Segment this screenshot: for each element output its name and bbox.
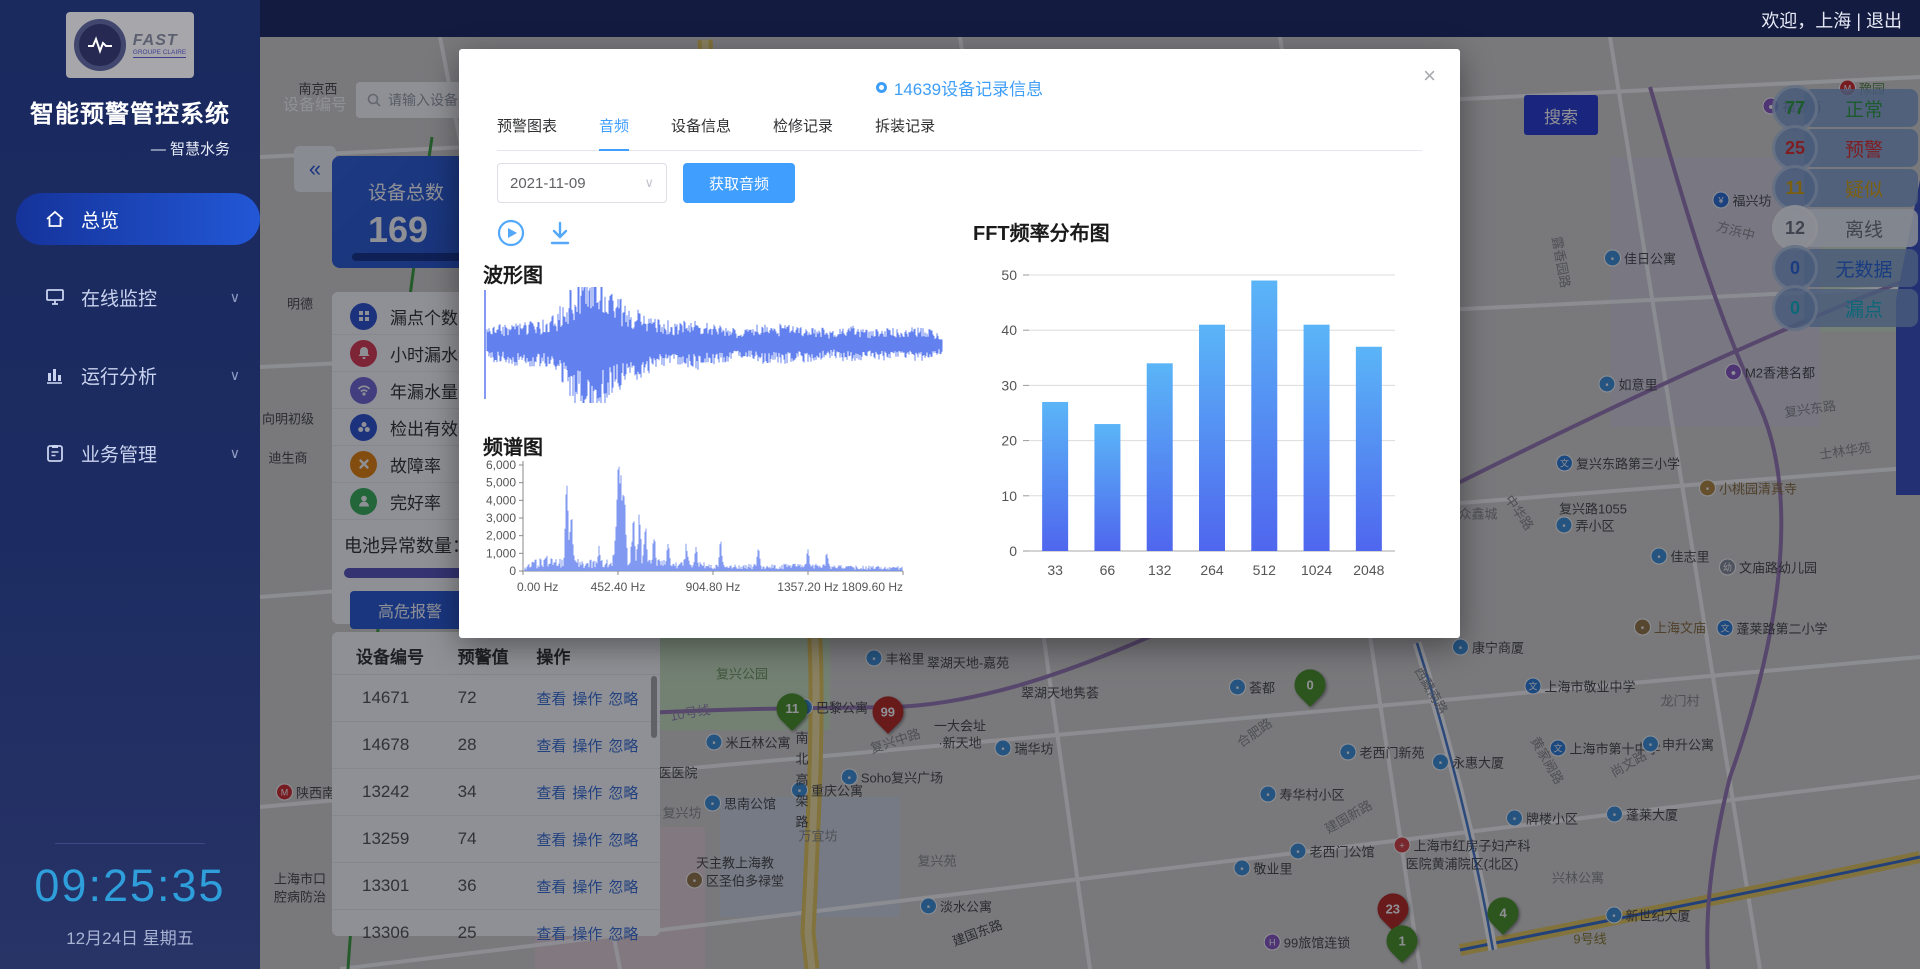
- svg-text:1357.20 Hz: 1357.20 Hz: [777, 580, 838, 594]
- brand-logo: FAST GROUPE CLAIRE: [66, 12, 194, 78]
- chevron-down-icon: ∨: [230, 445, 240, 462]
- device-record-modal: × 14639设备记录信息 预警图表音频设备信息检修记录拆装记录 2021-11…: [459, 49, 1460, 638]
- clock-widget: 09:25:35 12月24日 星期五: [0, 843, 260, 949]
- tab-2[interactable]: 设备信息: [671, 115, 731, 149]
- clock-time: 09:25:35: [0, 860, 260, 912]
- welcome-logout-links[interactable]: 欢迎，上海 | 退出: [1761, 7, 1902, 33]
- waveform-section-title: 波形图: [483, 259, 543, 288]
- date-select[interactable]: 2021-11-09 ∨: [497, 163, 667, 203]
- svg-text:512: 512: [1253, 562, 1277, 578]
- play-audio-icon[interactable]: [497, 219, 525, 247]
- logo-waveform-icon: [74, 19, 126, 71]
- sidebar-item-0[interactable]: 总览: [16, 193, 260, 245]
- tab-4[interactable]: 拆装记录: [875, 115, 935, 149]
- svg-text:50: 50: [1001, 267, 1017, 283]
- svg-text:904.80 Hz: 904.80 Hz: [686, 580, 741, 594]
- sidebar-item-1[interactable]: 在线监控 ∨: [0, 271, 260, 323]
- sidebar: FAST GROUPE CLAIRE 智能预警管控系统 — 智慧水务 总览在线监…: [0, 0, 260, 969]
- fetch-audio-button[interactable]: 获取音频: [683, 163, 795, 203]
- system-subtitle: — 智慧水务: [0, 138, 260, 159]
- svg-text:10: 10: [1001, 488, 1017, 504]
- svg-text:66: 66: [1100, 562, 1116, 578]
- chevron-down-icon: ∨: [644, 175, 654, 191]
- svg-text:3,000: 3,000: [486, 511, 516, 525]
- system-title: 智能预警管控系统: [0, 94, 260, 129]
- chevron-down-icon: ∨: [230, 289, 240, 306]
- logo-brand-text: FAST: [133, 32, 186, 50]
- tab-1[interactable]: 音频: [599, 115, 629, 151]
- svg-text:132: 132: [1148, 562, 1172, 578]
- download-audio-icon[interactable]: [547, 219, 573, 247]
- sidebar-item-label: 在线监控: [81, 284, 157, 311]
- modal-tabs: 预警图表 音频 设备信息 检修记录 拆装记录: [497, 115, 1422, 151]
- svg-text:4,000: 4,000: [486, 493, 516, 507]
- clock-divider: [55, 843, 205, 844]
- waveform-chart: [483, 287, 943, 403]
- svg-text:1,000: 1,000: [486, 546, 516, 560]
- modal-title: 14639设备记录信息: [459, 75, 1460, 100]
- sidebar-item-label: 总览: [81, 206, 119, 233]
- tab-3[interactable]: 检修记录: [773, 115, 833, 149]
- sidebar-item-3[interactable]: 业务管理 ∨: [0, 427, 260, 479]
- svg-text:2048: 2048: [1353, 562, 1384, 578]
- chevron-down-icon: ∨: [230, 367, 240, 384]
- svg-text:2,000: 2,000: [486, 529, 516, 543]
- clipboard-icon: [44, 442, 66, 464]
- home-icon: [44, 208, 66, 230]
- svg-text:1809.60 Hz: 1809.60 Hz: [842, 580, 903, 594]
- svg-text:6,000: 6,000: [486, 458, 516, 472]
- spectrum-chart: 6,000 5,000 4,000 3,000 2,000 1,000 00.00 Hz 45…: [483, 453, 928, 599]
- fft-bar-chart: 0 10 20 30 40 50 33 66 132 264 512 1024 2048: [919, 241, 1419, 586]
- sidebar-item-2[interactable]: 运行分析 ∨: [0, 349, 260, 401]
- svg-text:452.40 Hz: 452.40 Hz: [591, 580, 646, 594]
- audio-controls: [497, 219, 573, 247]
- logo-sub-text: GROUPE CLAIRE: [133, 49, 186, 58]
- sidebar-item-label: 业务管理: [81, 440, 157, 467]
- svg-text:20: 20: [1001, 433, 1017, 449]
- sidebar-menu: 总览在线监控 ∨ 运行分析 ∨ 业务管理 ∨: [0, 193, 260, 479]
- monitor-icon: [44, 286, 66, 308]
- svg-text:0: 0: [1009, 543, 1017, 559]
- app-root: FAST GROUPE CLAIRE 智能预警管控系统 — 智慧水务 总览在线监…: [0, 0, 1920, 969]
- chart-icon: [44, 364, 66, 386]
- svg-text:0: 0: [509, 564, 516, 578]
- record-dot-icon: [876, 82, 887, 93]
- svg-text:0.00 Hz: 0.00 Hz: [517, 580, 558, 594]
- topbar: 欢迎，上海 | 退出: [260, 0, 1920, 37]
- svg-text:264: 264: [1200, 562, 1224, 578]
- svg-text:30: 30: [1001, 377, 1017, 393]
- svg-text:1024: 1024: [1301, 562, 1332, 578]
- sidebar-item-label: 运行分析: [81, 362, 157, 389]
- svg-text:33: 33: [1047, 562, 1063, 578]
- tab-0[interactable]: 预警图表: [497, 115, 557, 149]
- svg-text:40: 40: [1001, 322, 1017, 338]
- clock-date: 12月24日 星期五: [0, 924, 260, 949]
- svg-text:5,000: 5,000: [486, 476, 516, 490]
